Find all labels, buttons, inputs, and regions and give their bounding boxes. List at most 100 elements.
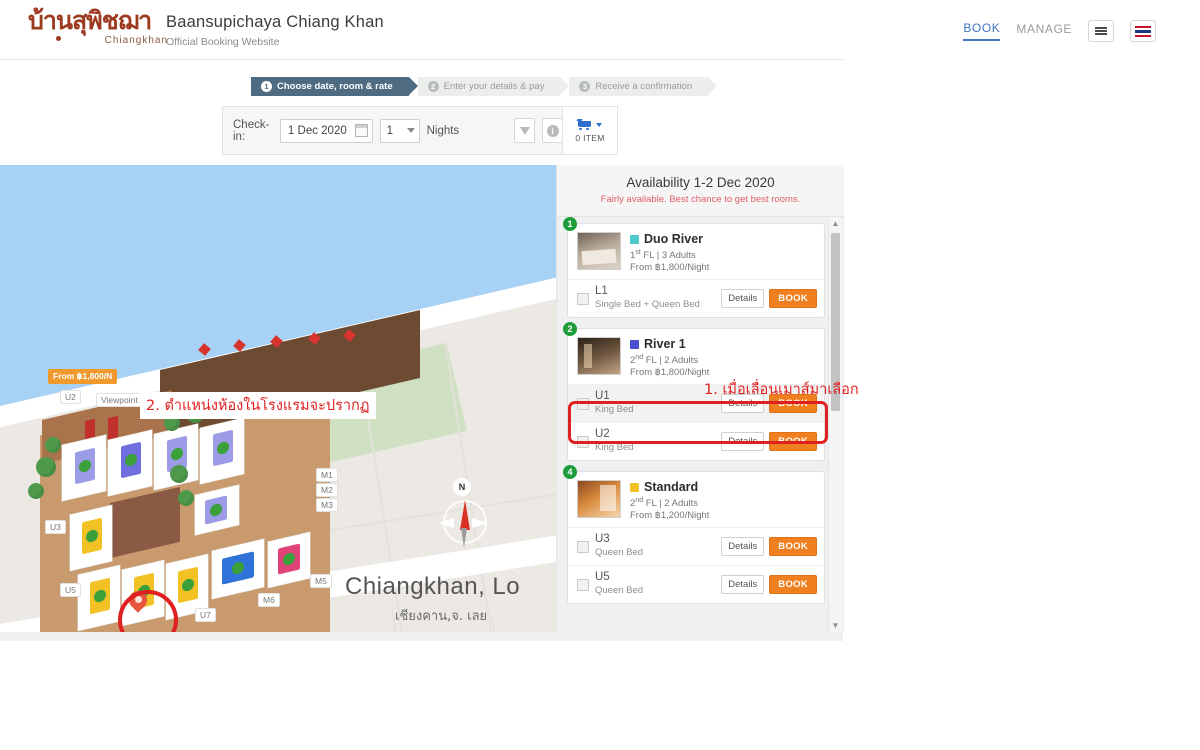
details-button[interactable]: Details bbox=[721, 288, 765, 308]
room-checkbox[interactable] bbox=[577, 398, 589, 411]
room-checkbox[interactable] bbox=[577, 293, 589, 306]
roof-decor bbox=[108, 415, 118, 441]
room-row[interactable]: U3 Queen Bed Details BOOK bbox=[568, 527, 824, 565]
room-color-swatch bbox=[630, 234, 639, 244]
map-city-label-thai: เชียงคาน,จ. เลย bbox=[395, 609, 488, 624]
map-label-u2: U2 bbox=[60, 390, 81, 404]
checkin-label: Check-in: bbox=[233, 118, 270, 143]
step-choose-date[interactable]: 1 Choose date, room & rate bbox=[251, 77, 418, 96]
room-checkbox[interactable] bbox=[577, 579, 589, 592]
map-price-tag[interactable]: From ฿1,800/N bbox=[48, 369, 118, 384]
thai-flag-icon bbox=[1135, 25, 1151, 37]
map-label-m6: M6 bbox=[258, 593, 280, 607]
compass-rose: N bbox=[438, 478, 488, 548]
filter-button[interactable] bbox=[514, 118, 536, 143]
compass-north-label: N bbox=[453, 478, 471, 496]
map-label-m5: M5 bbox=[310, 574, 332, 588]
room-thumbnail[interactable] bbox=[577, 480, 621, 519]
room-text: L1 Single Bed + Queen Bed bbox=[595, 285, 721, 311]
nights-select[interactable]: 1 bbox=[379, 118, 420, 143]
tree-icon bbox=[28, 483, 44, 499]
page-bottom-strip bbox=[0, 632, 843, 641]
card-info: Duo River 1st FL | 3 Adults From ฿1,800/… bbox=[630, 232, 709, 273]
room-bed-type: Queen Bed bbox=[595, 547, 644, 559]
room-card-list: 1 Duo River 1st FL | 3 Adults From ฿1,80… bbox=[563, 217, 825, 614]
hotel-logo[interactable]: บ้านสุพิชฌา Chiangkhan bbox=[28, 6, 168, 54]
compass-east-wing bbox=[472, 518, 488, 528]
room-type-title: Duo River bbox=[630, 232, 709, 246]
hamburger-menu-button[interactable] bbox=[1088, 20, 1114, 42]
room-type-title: Standard bbox=[630, 480, 709, 494]
nav-manage[interactable]: MANAGE bbox=[1016, 22, 1072, 40]
card-header: Standard 2nd FL | 2 Adults From ฿1,200/N… bbox=[568, 472, 824, 527]
nights-label: Nights bbox=[426, 124, 460, 137]
room-checkbox[interactable] bbox=[577, 436, 589, 449]
map-label-viewpoint: Viewpoint bbox=[96, 393, 143, 407]
panel-scrollbar[interactable]: ▲ ▼ bbox=[828, 217, 842, 632]
step-1-label: Choose date, room & rate bbox=[277, 81, 393, 92]
logo-dot bbox=[56, 36, 61, 41]
language-button[interactable] bbox=[1130, 20, 1156, 42]
cart-button[interactable]: 0 ITEM bbox=[562, 106, 618, 155]
tree-icon bbox=[170, 465, 188, 483]
room-marker-u5[interactable] bbox=[90, 577, 110, 615]
book-button[interactable]: BOOK bbox=[769, 288, 817, 308]
step-2-label: Enter your details & pay bbox=[443, 81, 545, 92]
room-row[interactable]: U5 Queen Bed Details BOOK bbox=[568, 565, 824, 603]
map-label-m2: M2 bbox=[316, 483, 338, 497]
room-thumbnail[interactable] bbox=[577, 337, 621, 376]
room-marker-pink[interactable] bbox=[278, 543, 300, 575]
room-bed-type: Single Bed + Queen Bed bbox=[595, 299, 700, 311]
room-marker[interactable] bbox=[205, 495, 227, 525]
checkin-date-value: 1 Dec 2020 bbox=[287, 124, 347, 137]
search-bar: Check-in: 1 Dec 2020 1 Nights i bbox=[222, 106, 574, 155]
room-marker[interactable] bbox=[178, 566, 198, 604]
compass-needle-south bbox=[461, 528, 467, 548]
details-button[interactable]: Details bbox=[721, 574, 765, 594]
room-marker-u2[interactable] bbox=[121, 441, 141, 479]
step-enter-details[interactable]: 2 Enter your details & pay bbox=[417, 77, 570, 96]
compass-west-wing bbox=[438, 518, 454, 528]
room-text: U3 Queen Bed bbox=[595, 533, 721, 559]
step-3-label: Receive a confirmation bbox=[595, 81, 693, 92]
availability-list[interactable]: 1 Duo River 1st FL | 3 Adults From ฿1,80… bbox=[557, 217, 844, 632]
room-row[interactable]: L1 Single Bed + Queen Bed Details BOOK bbox=[568, 279, 824, 317]
card-info: Standard 2nd FL | 2 Adults From ฿1,200/N… bbox=[630, 480, 709, 521]
scroll-up-arrow[interactable]: ▲ bbox=[829, 217, 842, 230]
room-marker-u1[interactable] bbox=[75, 447, 95, 485]
scroll-down-arrow[interactable]: ▼ bbox=[829, 619, 842, 632]
cart-row bbox=[576, 118, 602, 131]
header-divider bbox=[0, 59, 843, 60]
hotel-name: Baansupichaya Chiang Khan bbox=[166, 13, 384, 31]
room-marker[interactable] bbox=[213, 429, 233, 467]
book-button[interactable]: BOOK bbox=[769, 431, 817, 451]
room-row[interactable]: U2 King Bed Details BOOK bbox=[568, 422, 824, 460]
step-confirmation[interactable]: 3 Receive a confirmation bbox=[569, 77, 717, 96]
room-price: From ฿1,200/Night bbox=[630, 510, 710, 522]
room-type-name: River 1 bbox=[644, 337, 686, 352]
annotation-1: 1. เมื่อเลื่อนเมาส์มาเลือก bbox=[704, 382, 859, 398]
nav-book[interactable]: BOOK bbox=[963, 21, 1001, 41]
details-button[interactable]: Details bbox=[721, 431, 765, 451]
room-checkbox[interactable] bbox=[577, 541, 589, 554]
hamburger-icon bbox=[1095, 25, 1107, 36]
info-button[interactable]: i bbox=[542, 118, 563, 143]
room-bed-type: King Bed bbox=[595, 404, 634, 416]
info-icon: i bbox=[546, 124, 559, 137]
calendar-icon[interactable] bbox=[354, 124, 368, 137]
book-button[interactable]: BOOK bbox=[769, 574, 817, 594]
site-header: บ้านสุพิชฌา Chiangkhan Baansupichaya Chi… bbox=[0, 0, 1200, 60]
checkin-date-input[interactable]: 1 Dec 2020 bbox=[279, 118, 373, 143]
book-button[interactable]: BOOK bbox=[769, 536, 817, 556]
room-marker-u3[interactable] bbox=[82, 517, 102, 555]
map-label-m1: M1 bbox=[316, 468, 338, 482]
room-thumbnail[interactable] bbox=[577, 232, 621, 270]
details-button[interactable]: Details bbox=[721, 536, 765, 556]
main-nav: BOOK MANAGE bbox=[963, 18, 1156, 44]
room-price: From ฿1,800/Night bbox=[630, 262, 710, 274]
step-2-number: 2 bbox=[427, 81, 439, 92]
room-code: U2 bbox=[595, 428, 610, 441]
nights-value: 1 bbox=[386, 124, 394, 137]
card-header: Duo River 1st FL | 3 Adults From ฿1,800/… bbox=[568, 224, 824, 279]
step-3-number: 3 bbox=[579, 81, 591, 92]
